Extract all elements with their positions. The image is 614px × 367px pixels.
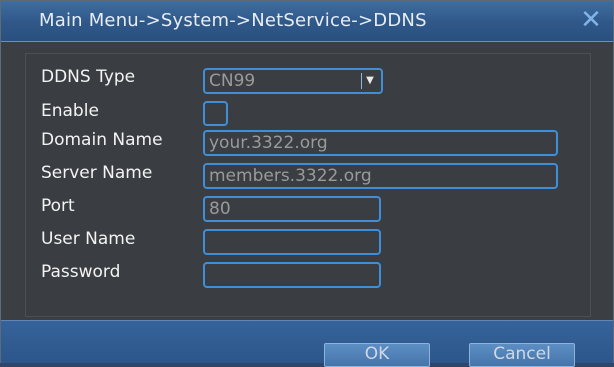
domain-name-input[interactable]: your.3322.org xyxy=(203,130,558,156)
window-title: Main Menu->System->NetService->DDNS xyxy=(39,10,427,31)
close-icon[interactable]: ✕ xyxy=(579,7,603,33)
ok-button[interactable]: OK xyxy=(324,343,430,367)
enable-checkbox[interactable] xyxy=(203,101,228,126)
password-label: Password xyxy=(41,262,121,282)
title-bar[interactable]: Main Menu->System->NetService->DDNS ✕ xyxy=(1,1,613,42)
port-label: Port xyxy=(41,196,75,216)
ddns-type-select[interactable]: CN99 ▼ xyxy=(203,68,383,94)
server-name-input[interactable]: members.3322.org xyxy=(203,163,558,189)
enable-label: Enable xyxy=(41,101,99,121)
chevron-down-icon[interactable]: ▼ xyxy=(361,73,378,89)
port-input[interactable]: 80 xyxy=(203,196,381,222)
user-name-label: User Name xyxy=(41,229,136,249)
dialog-footer: OK Cancel xyxy=(1,320,613,367)
ddns-type-value: CN99 xyxy=(209,71,256,91)
cancel-button[interactable]: Cancel xyxy=(469,343,575,367)
server-name-label: Server Name xyxy=(41,163,153,183)
ddns-dialog: Main Menu->System->NetService->DDNS ✕ DD… xyxy=(0,0,614,367)
user-name-input[interactable] xyxy=(203,229,381,255)
ddns-type-label: DDNS Type xyxy=(41,67,136,87)
domain-name-label: Domain Name xyxy=(41,130,163,150)
password-input[interactable] xyxy=(203,262,381,288)
